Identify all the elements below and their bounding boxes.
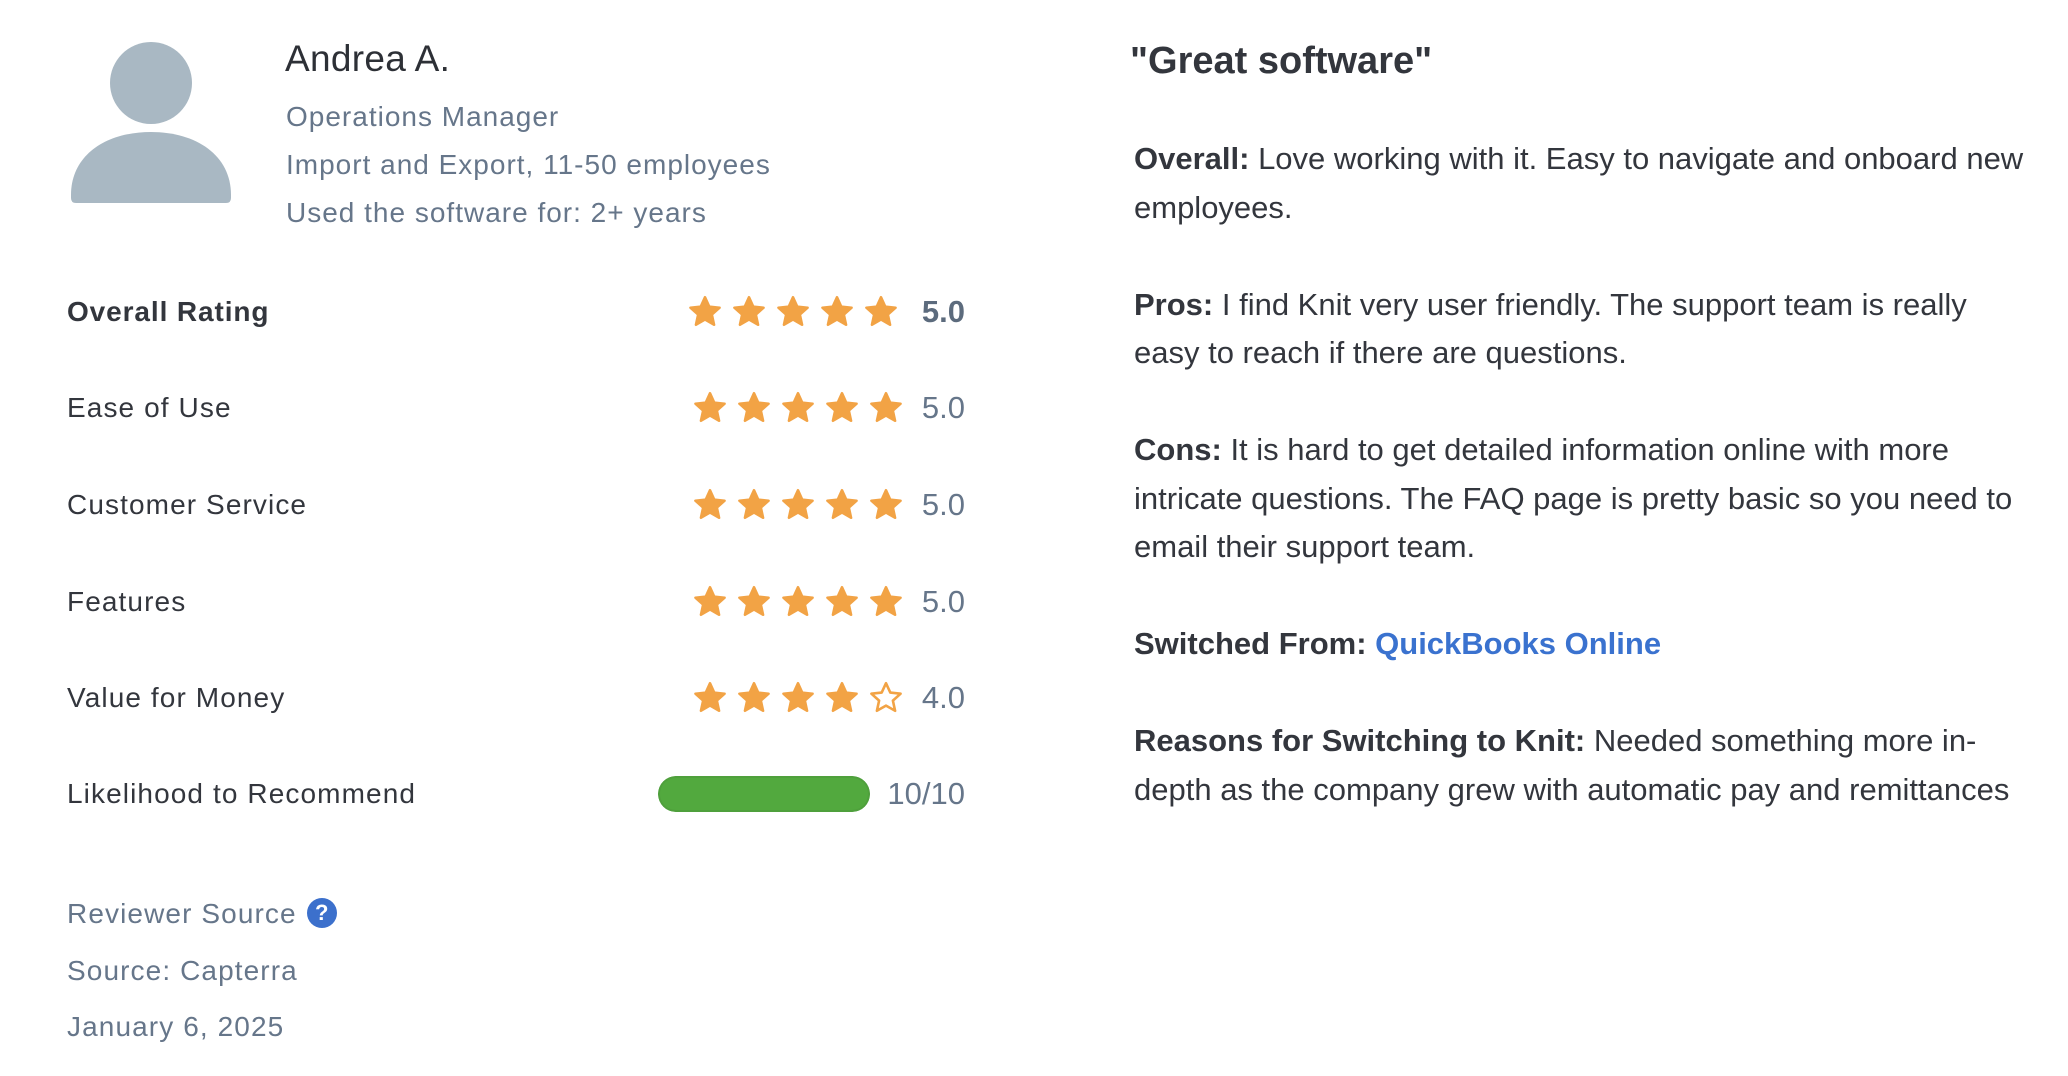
pros-text: I find Knit very user friendly. The supp… (1134, 286, 1967, 371)
reviewer-usage-duration: Used the software for: 2+ years (286, 197, 707, 228)
star-filled-icon (826, 585, 858, 617)
rating-label: Value for Money (67, 682, 286, 713)
review-title: "Great software" (1130, 40, 1433, 82)
star-rating (693, 391, 903, 425)
review-reasons: Reasons for Switching to Knit: Needed so… (1134, 717, 2034, 814)
rating-value: 5.0 (921, 390, 965, 425)
switched-from-label: Switched From: (1134, 626, 1367, 661)
star-empty-icon (870, 681, 902, 713)
review-overall: Overall: Love working with it. Easy to n… (1134, 135, 2034, 232)
star-filled-icon (782, 488, 814, 520)
source-text: Source: Capterra (67, 955, 298, 986)
rating-label: Likelihood to Recommend (67, 778, 417, 809)
switched-from-link[interactable]: QuickBooks Online (1375, 626, 1661, 661)
star-filled-icon (738, 585, 770, 617)
star-filled-icon (870, 585, 902, 617)
star-filled-icon (821, 295, 853, 327)
review-cons: Cons: It is hard to get detailed informa… (1134, 426, 2034, 572)
star-filled-icon (782, 391, 814, 423)
star-filled-icon (738, 391, 770, 423)
recommend-progress-fill (658, 776, 870, 812)
star-filled-icon (777, 295, 809, 327)
star-filled-icon (865, 295, 897, 327)
cons-label: Cons: (1134, 432, 1222, 467)
star-filled-icon (738, 681, 770, 713)
cons-text: It is hard to get detailed information o… (1134, 432, 2013, 564)
star-filled-icon (826, 391, 858, 423)
star-filled-icon (826, 488, 858, 520)
avatar-head (110, 42, 192, 124)
star-filled-icon (733, 295, 765, 327)
star-filled-icon (870, 488, 902, 520)
reviewer-company-info: Import and Export, 11-50 employees (286, 149, 771, 180)
rating-value: 5.0 (921, 294, 965, 329)
star-filled-icon (782, 585, 814, 617)
reviewer-job-title: Operations Manager (286, 101, 560, 132)
rating-value: 5.0 (921, 584, 965, 619)
star-filled-icon (689, 295, 721, 327)
review-switched-from: Switched From: QuickBooks Online (1134, 620, 2034, 669)
review-date: January 6, 2025 (67, 1011, 285, 1042)
star-filled-icon (738, 488, 770, 520)
star-filled-icon (694, 681, 726, 713)
star-filled-icon (694, 585, 726, 617)
star-rating (693, 488, 903, 522)
rating-row-likelihood-to-recommend: Likelihood to Recommend 10/10 (67, 774, 967, 814)
review-body: Overall: Love working with it. Easy to n… (1134, 135, 2034, 863)
recommend-value: 10/10 (887, 776, 965, 811)
star-rating (693, 585, 903, 619)
star-filled-icon (826, 681, 858, 713)
overall-label: Overall: (1134, 141, 1250, 176)
star-rating (688, 295, 898, 329)
rating-row-features: Features 5.0 (67, 582, 967, 622)
rating-value: 4.0 (921, 680, 965, 715)
reasons-label: Reasons for Switching to Knit: (1134, 723, 1586, 758)
rating-row-value-for-money: Value for Money 4.0 (67, 678, 967, 718)
rating-label: Overall Rating (67, 296, 270, 327)
reviewer-source-label: Reviewer Source (67, 898, 297, 929)
overall-text: Love working with it. Easy to navigate a… (1134, 141, 2024, 225)
star-filled-icon (782, 681, 814, 713)
avatar-body (71, 132, 231, 203)
rating-label: Ease of Use (67, 392, 232, 423)
rating-row-ease-of-use: Ease of Use 5.0 (67, 388, 967, 428)
star-filled-icon (694, 488, 726, 520)
review-pros: Pros: I find Knit very user friendly. Th… (1134, 281, 2034, 378)
reviewer-source: Reviewer Source? (67, 898, 337, 930)
star-filled-icon (694, 391, 726, 423)
rating-value: 5.0 (921, 487, 965, 522)
rating-label: Customer Service (67, 489, 308, 520)
pros-label: Pros: (1134, 286, 1214, 322)
help-icon[interactable]: ? (306, 898, 337, 928)
star-rating (693, 681, 903, 715)
recommend-progress-bar (658, 776, 870, 812)
rating-row-overall: Overall Rating 5.0 (67, 292, 967, 332)
rating-row-customer-service: Customer Service 5.0 (67, 485, 967, 525)
user-silhouette-icon (71, 42, 231, 203)
star-filled-icon (870, 391, 902, 423)
reviewer-name: Andrea A. (285, 38, 451, 79)
rating-label: Features (67, 586, 187, 617)
